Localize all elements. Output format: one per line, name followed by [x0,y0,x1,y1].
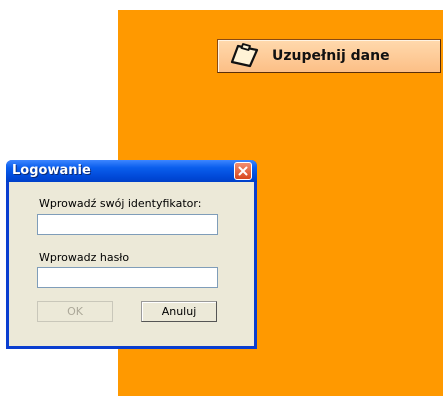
dialog-titlebar[interactable]: Logowanie [6,160,257,182]
dialog-title: Logowanie [12,163,91,178]
close-button[interactable] [234,162,252,180]
login-dialog: Logowanie Wprowadź swój identyfikator: W… [6,160,257,349]
password-label: Wprowadz hasło [39,251,130,264]
cancel-button[interactable]: Anuluj [141,301,217,322]
id-label: Wprowadź swój identyfikator: [39,197,202,210]
password-input[interactable] [37,267,218,288]
id-input[interactable] [37,214,218,235]
ok-button[interactable]: OK [37,301,113,322]
fill-data-button[interactable]: Uzupełnij dane [217,39,441,73]
fill-data-label: Uzupełnij dane [272,48,390,64]
close-icon [238,166,248,176]
clipboard-icon [230,43,260,69]
